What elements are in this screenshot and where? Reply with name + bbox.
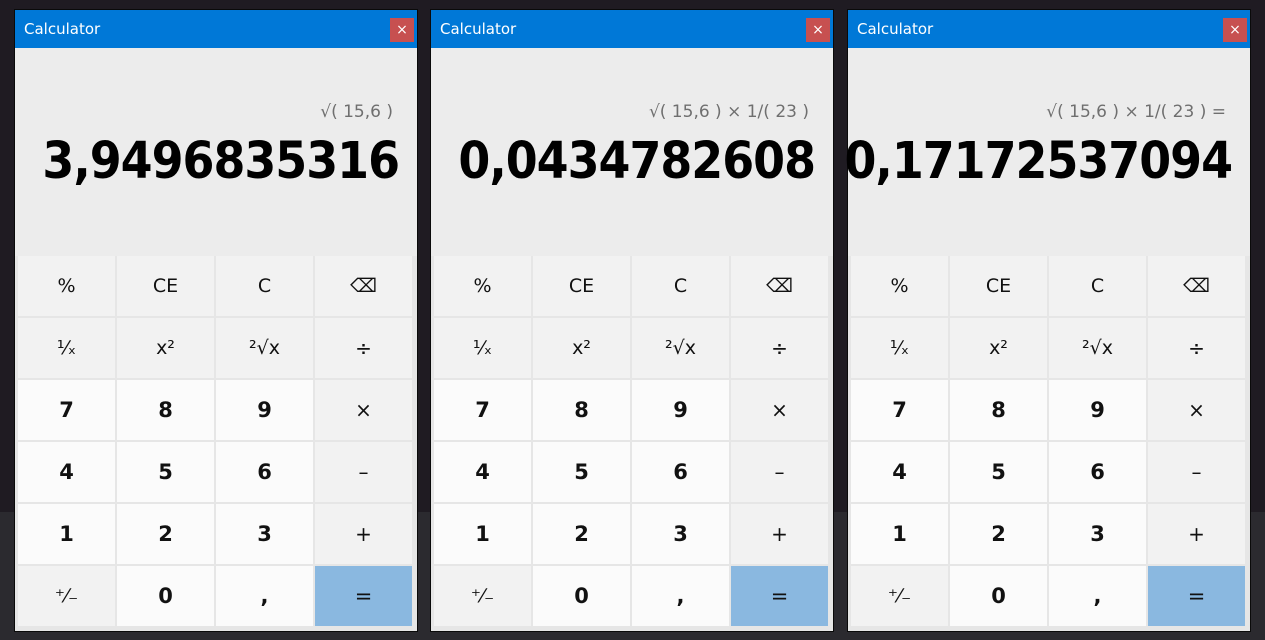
digit-1-button[interactable]: 1	[18, 504, 115, 564]
square-root-button[interactable]: ²√x	[1049, 318, 1146, 378]
digit-0-button[interactable]: 0	[117, 566, 214, 626]
digit-3-button[interactable]: 3	[1049, 504, 1146, 564]
digit-1-button[interactable]: 1	[434, 504, 531, 564]
equals-button[interactable]: =	[731, 566, 828, 626]
close-button[interactable]: ×	[806, 18, 830, 42]
title-bar[interactable]: Calculator ×	[15, 10, 417, 48]
backspace-button[interactable]: ⌫	[315, 256, 412, 316]
close-button[interactable]: ×	[1223, 18, 1247, 42]
calculator-window-1: Calculator × √( 15,6 ) 3,9496835316 % CE C…	[15, 10, 417, 631]
display-panel: √( 15,6 ) × 1/( 23 ) = 0,17172537094	[844, 48, 1250, 256]
reciprocal-button[interactable]: ¹⁄ₓ	[851, 318, 948, 378]
display-panel: √( 15,6 ) 3,9496835316	[15, 48, 417, 256]
reciprocal-button[interactable]: ¹⁄ₓ	[18, 318, 115, 378]
digit-8-button[interactable]: 8	[117, 380, 214, 440]
digit-0-button[interactable]: 0	[950, 566, 1047, 626]
equals-button[interactable]: =	[1148, 566, 1245, 626]
keypad: % CE C ⌫ ¹⁄ₓ x² ²√x ÷ 7 8 9 × 4 5 6– 1 2 3 + ⁺⁄₋ 0, =	[18, 256, 414, 628]
calculator-window-3: Calculator × √( 15,6 ) × 1/( 23 ) = 0,17…	[844, 10, 1250, 631]
window-title: Calculator	[24, 20, 101, 38]
equals-button[interactable]: =	[315, 566, 412, 626]
clear-button[interactable]: C	[1049, 256, 1146, 316]
expression-text: √( 15,6 ) × 1/( 23 )	[648, 102, 809, 122]
digit-4-button[interactable]: 4	[851, 442, 948, 502]
close-button[interactable]: ×	[390, 18, 414, 42]
digit-8-button[interactable]: 8	[950, 380, 1047, 440]
square-button[interactable]: x²	[117, 318, 214, 378]
percent-button[interactable]: %	[851, 256, 948, 316]
title-bar[interactable]: Calculator ×	[431, 10, 833, 48]
digit-2-button[interactable]: 2	[117, 504, 214, 564]
digit-4-button[interactable]: 4	[18, 442, 115, 502]
expression-text: √( 15,6 )	[320, 102, 393, 122]
multiply-button[interactable]: ×	[731, 380, 828, 440]
digit-3-button[interactable]: 3	[632, 504, 729, 564]
digit-2-button[interactable]: 2	[533, 504, 630, 564]
digit-5-button[interactable]: 5	[950, 442, 1047, 502]
negate-button[interactable]: ⁺⁄₋	[434, 566, 531, 626]
subtract-button[interactable]: –	[1148, 442, 1245, 502]
display-panel: √( 15,6 ) × 1/( 23 ) 0,0434782608	[431, 48, 833, 256]
digit-8-button[interactable]: 8	[533, 380, 630, 440]
decimal-button[interactable]: ,	[632, 566, 729, 626]
digit-9-button[interactable]: 9	[216, 380, 313, 440]
keypad: % CE C ⌫ ¹⁄ₓ x² ²√x ÷ 7 8 9 × 4 5 6– 1 2 3 + ⁺⁄₋ 0, =	[434, 256, 830, 628]
digit-1-button[interactable]: 1	[851, 504, 948, 564]
result-text: 0,17172537094	[844, 132, 1233, 191]
reciprocal-button[interactable]: ¹⁄ₓ	[434, 318, 531, 378]
title-bar[interactable]: Calculator ×	[848, 10, 1250, 48]
backspace-button[interactable]: ⌫	[731, 256, 828, 316]
digit-7-button[interactable]: 7	[851, 380, 948, 440]
subtract-button[interactable]: –	[315, 442, 412, 502]
digit-6-button[interactable]: 6	[216, 442, 313, 502]
digit-9-button[interactable]: 9	[632, 380, 729, 440]
clear-button[interactable]: C	[632, 256, 729, 316]
percent-button[interactable]: %	[434, 256, 531, 316]
keypad: % CE C ⌫ ¹⁄ₓ x² ²√x ÷ 7 8 9 × 4 5 6– 1 2 3 + ⁺⁄₋ 0, =	[851, 256, 1247, 628]
digit-2-button[interactable]: 2	[950, 504, 1047, 564]
add-button[interactable]: +	[315, 504, 412, 564]
negate-button[interactable]: ⁺⁄₋	[851, 566, 948, 626]
clear-button[interactable]: C	[216, 256, 313, 316]
add-button[interactable]: +	[1148, 504, 1245, 564]
clear-entry-button[interactable]: CE	[117, 256, 214, 316]
subtract-button[interactable]: –	[731, 442, 828, 502]
digit-7-button[interactable]: 7	[434, 380, 531, 440]
result-text: 3,9496835316	[42, 132, 400, 191]
digit-6-button[interactable]: 6	[632, 442, 729, 502]
digit-9-button[interactable]: 9	[1049, 380, 1146, 440]
divide-button[interactable]: ÷	[1148, 318, 1245, 378]
calculator-window-2: Calculator × √( 15,6 ) × 1/( 23 ) 0,0434…	[431, 10, 833, 631]
square-root-button[interactable]: ²√x	[632, 318, 729, 378]
clear-entry-button[interactable]: CE	[533, 256, 630, 316]
percent-button[interactable]: %	[18, 256, 115, 316]
expression-text: √( 15,6 ) × 1/( 23 ) =	[1046, 102, 1226, 122]
window-title: Calculator	[857, 20, 934, 38]
negate-button[interactable]: ⁺⁄₋	[18, 566, 115, 626]
digit-6-button[interactable]: 6	[1049, 442, 1146, 502]
divide-button[interactable]: ÷	[731, 318, 828, 378]
backspace-button[interactable]: ⌫	[1148, 256, 1245, 316]
decimal-button[interactable]: ,	[216, 566, 313, 626]
digit-3-button[interactable]: 3	[216, 504, 313, 564]
square-root-button[interactable]: ²√x	[216, 318, 313, 378]
clear-entry-button[interactable]: CE	[950, 256, 1047, 316]
add-button[interactable]: +	[731, 504, 828, 564]
digit-7-button[interactable]: 7	[18, 380, 115, 440]
result-text: 0,0434782608	[458, 132, 816, 191]
multiply-button[interactable]: ×	[1148, 380, 1245, 440]
divide-button[interactable]: ÷	[315, 318, 412, 378]
square-button[interactable]: x²	[533, 318, 630, 378]
digit-0-button[interactable]: 0	[533, 566, 630, 626]
digit-5-button[interactable]: 5	[117, 442, 214, 502]
multiply-button[interactable]: ×	[315, 380, 412, 440]
digit-4-button[interactable]: 4	[434, 442, 531, 502]
square-button[interactable]: x²	[950, 318, 1047, 378]
decimal-button[interactable]: ,	[1049, 566, 1146, 626]
digit-5-button[interactable]: 5	[533, 442, 630, 502]
window-title: Calculator	[440, 20, 517, 38]
